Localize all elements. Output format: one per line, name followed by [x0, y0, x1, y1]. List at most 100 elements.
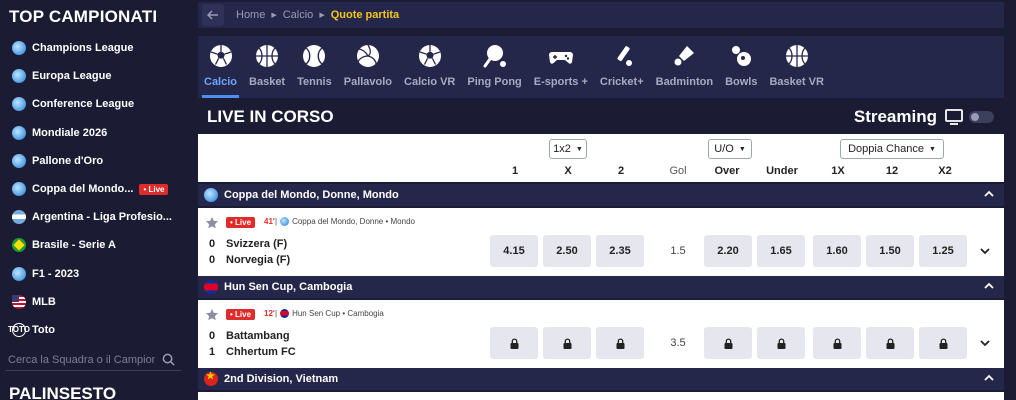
chevron-up-icon[interactable]: [984, 374, 994, 382]
tab-tennis[interactable]: Tennis: [291, 36, 338, 98]
odd-over-locked: [704, 327, 752, 359]
palinsesto-title: PALINSESTO: [9, 384, 117, 400]
col-1x: 1X: [831, 165, 845, 177]
sidebar-item-label: Champions League: [32, 42, 134, 55]
market-select-uo[interactable]: U/O ▼: [708, 139, 752, 159]
sidebar-item-conference-league[interactable]: Conference League: [0, 90, 186, 118]
sidebar-item-label: Mondiale 2026: [32, 126, 108, 139]
tab-basket[interactable]: Basket: [243, 36, 291, 98]
lock-icon: [777, 337, 785, 349]
competition-name: Hun Sen Cup, Cambogia: [224, 281, 353, 293]
match-row: • Live 12' | Hun Sen Cup • Cambogia 0 Bat…: [198, 300, 1004, 368]
breadcrumb-sport[interactable]: Calcio: [283, 9, 314, 21]
tv-icon: [945, 109, 963, 125]
sport-tab-label: Bowls: [725, 76, 758, 88]
tab-calcio[interactable]: Calcio: [198, 36, 243, 98]
tab-calcio-vr[interactable]: Calcio VR: [398, 36, 461, 98]
odd-over[interactable]: 2.20: [704, 235, 752, 267]
market-select-doppia-chance[interactable]: Doppia Chance ▼: [840, 139, 944, 159]
sidebar-item-toto[interactable]: TOTO Toto: [0, 316, 186, 344]
odd-1x[interactable]: 1.60: [813, 235, 861, 267]
basketball-vr-icon: [785, 45, 808, 67]
breadcrumb: Home ▶ Calcio ▶ Quote partita: [198, 2, 1004, 28]
sport-tab-label: Calcio: [204, 76, 238, 88]
col-gol: Gol: [669, 165, 687, 177]
sidebar-item-label: Conference League: [32, 98, 135, 111]
tab-e-sports[interactable]: E-sports +: [528, 36, 594, 98]
star-icon[interactable]: [205, 308, 219, 322]
chevron-up-icon[interactable]: [984, 282, 994, 290]
sidebar-item-pallone-doro[interactable]: Pallone d'Oro: [0, 147, 186, 175]
odd-1[interactable]: 4.15: [490, 235, 538, 267]
sidebar-item-argentina[interactable]: Argentina - Liga Profesio...: [0, 203, 186, 231]
chevron-up-icon[interactable]: [984, 190, 994, 198]
odd-under-locked: [757, 327, 805, 359]
competition-header[interactable]: Hun Sen Cup, Cambogia: [198, 276, 1004, 298]
cricket-icon: [617, 46, 632, 66]
match-row: • Live 41' | Coppa del Mondo, Donne • Mo…: [198, 208, 1004, 276]
tab-cricket[interactable]: Cricket+: [594, 36, 650, 98]
sidebar-item-europa-league[interactable]: Europa League: [0, 62, 186, 90]
competition-name: 2nd Division, Vietnam: [224, 373, 339, 385]
sport-tab-label: Basket VR: [769, 76, 824, 88]
odd-12[interactable]: 1.50: [866, 235, 914, 267]
odd-under[interactable]: 1.65: [757, 235, 805, 267]
col-2: 2: [617, 165, 625, 177]
soccer-vr-icon: [418, 45, 441, 67]
streaming-control: Streaming: [854, 107, 1004, 127]
odd-12-locked: [866, 327, 914, 359]
odd-1-locked: [490, 327, 538, 359]
sidebar-item-brasile[interactable]: Brasile - Serie A: [0, 231, 186, 259]
streaming-toggle[interactable]: [969, 111, 994, 123]
away-team-name: Norvegia (F): [226, 254, 291, 266]
sidebar-item-champions-league[interactable]: Champions League: [0, 34, 186, 62]
sport-tab-label: E-sports +: [533, 76, 588, 88]
tab-bowls[interactable]: Bowls: [719, 36, 763, 98]
odd-2[interactable]: 2.35: [596, 235, 644, 267]
sidebar-item-f1[interactable]: F1 - 2023: [0, 260, 186, 288]
search-input[interactable]: [5, 353, 155, 366]
home-team: 0 Battambang: [209, 330, 290, 342]
lock-icon: [886, 337, 894, 349]
brazil-flag-icon: [12, 238, 26, 253]
col-x2: X2: [938, 165, 952, 177]
tab-basket-vr[interactable]: Basket VR: [763, 36, 829, 98]
ping-pong-icon: [483, 45, 506, 68]
breadcrumb-home[interactable]: Home: [236, 9, 265, 21]
col-12: 12: [885, 165, 899, 177]
away-score: 0: [209, 254, 216, 266]
away-team: 0 Norvegia (F): [209, 254, 290, 266]
odd-x-locked: [543, 327, 591, 359]
odd-x2[interactable]: 1.25: [919, 235, 967, 267]
sidebar-item-label: Coppa del Mondo...: [32, 183, 134, 196]
sidebar-item-coppa-del-mondo[interactable]: Coppa del Mondo... • Live: [0, 175, 186, 203]
basketball-icon: [256, 45, 279, 67]
gamepad-icon: [548, 52, 573, 64]
competition-header[interactable]: Coppa del Mondo, Donne, Mondo: [198, 184, 1004, 206]
competition-header[interactable]: 2nd Division, Vietnam: [198, 368, 1004, 390]
odd-x[interactable]: 2.50: [543, 235, 591, 267]
chevron-down-icon[interactable]: [980, 247, 990, 255]
search-icon[interactable]: [162, 353, 175, 366]
home-team-name: Battambang: [226, 330, 290, 342]
home-team-name: Svizzera (F): [226, 238, 288, 250]
sidebar: TOP CAMPIONATI Champions League Europa L…: [0, 0, 186, 400]
live-header: LIVE IN CORSO Streaming: [198, 102, 1004, 132]
sidebar-item-label: MLB: [32, 295, 56, 308]
chevron-down-icon[interactable]: [980, 339, 990, 347]
volleyball-icon: [356, 44, 379, 67]
sidebar-item-mondiale-2026[interactable]: Mondiale 2026: [0, 119, 186, 147]
streaming-label: Streaming: [853, 107, 937, 126]
col-1: 1: [511, 165, 519, 177]
tab-pallavolo[interactable]: Pallavolo: [338, 36, 398, 98]
lock-icon: [833, 337, 841, 349]
tab-badminton[interactable]: Badminton: [650, 36, 719, 98]
globe-icon: [12, 153, 26, 168]
star-icon[interactable]: [205, 216, 219, 230]
tab-ping-pong[interactable]: Ping Pong: [461, 36, 527, 98]
back-button[interactable]: [202, 4, 224, 26]
sidebar-item-label: Europa League: [32, 70, 112, 83]
sidebar-item-label: Brasile - Serie A: [32, 239, 116, 252]
sidebar-item-mlb[interactable]: MLB: [0, 288, 186, 316]
market-select-1x2[interactable]: 1x2 ▼: [549, 139, 587, 159]
